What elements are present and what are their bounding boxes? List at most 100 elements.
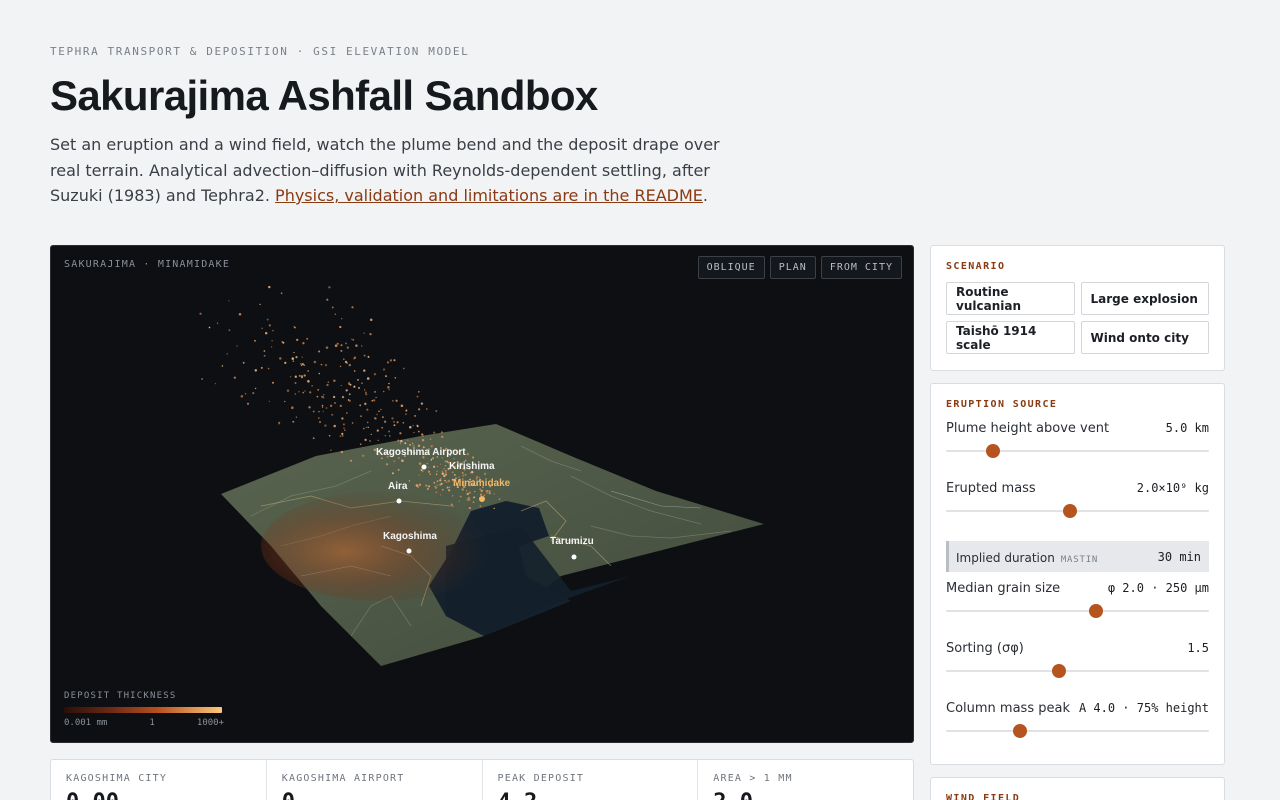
plume-particle xyxy=(334,313,337,315)
plume-particle xyxy=(380,408,382,411)
column-peak-slider[interactable] xyxy=(946,721,1209,741)
plume-particle xyxy=(371,399,374,402)
plume-particle xyxy=(453,473,456,476)
plume-particle xyxy=(307,370,310,372)
plume-particle xyxy=(261,327,263,329)
sorting-thumb[interactable] xyxy=(1052,664,1067,678)
plume-particle xyxy=(341,432,344,436)
plume-particle xyxy=(324,424,327,427)
stat-kagoshima-airport: KAGOSHIMA AIRPORT 0 xyxy=(267,760,483,800)
intro-paragraph: Set an eruption and a wind field, watch … xyxy=(50,132,730,209)
plume-particle xyxy=(426,487,429,490)
plume-particle xyxy=(304,390,306,392)
plume-particle xyxy=(325,346,329,349)
plume-particle xyxy=(393,421,395,423)
plume-particle xyxy=(303,374,306,377)
plume-particle xyxy=(429,473,431,475)
scenario-wind-city-button[interactable]: Wind onto city xyxy=(1080,321,1209,354)
plume-particle xyxy=(382,368,386,371)
plume-particle xyxy=(391,417,394,420)
plume-particle xyxy=(199,312,202,315)
plume-particle xyxy=(291,406,294,409)
plume-particle xyxy=(303,364,306,366)
scenario-routine-button[interactable]: Routine vulcanian xyxy=(946,282,1075,315)
eyebrow: TEPHRA TRANSPORT & DEPOSITION · GSI ELEV… xyxy=(50,45,470,58)
plume-particle xyxy=(260,366,263,369)
plume-particle xyxy=(293,351,295,354)
plume-particle xyxy=(429,438,432,440)
stat-kagoshima-city: KAGOSHIMA CITY 0.00 xyxy=(51,760,267,800)
plume-particle xyxy=(444,460,447,463)
plume-particle xyxy=(259,303,261,306)
plume-particle xyxy=(340,349,343,352)
erupted-mass-slider[interactable] xyxy=(946,501,1209,521)
plume-particle xyxy=(298,391,300,393)
column-peak-thumb[interactable] xyxy=(1012,724,1027,738)
plume-particle xyxy=(446,486,449,489)
plume-particle xyxy=(385,463,389,466)
plume-particle xyxy=(318,417,320,419)
readme-link[interactable]: Physics, validation and limitations are … xyxy=(275,186,703,205)
plume-particle xyxy=(444,473,448,476)
plume-particle xyxy=(340,450,344,454)
plume-particle xyxy=(418,408,421,411)
legend-tick-max: 1000+ xyxy=(196,718,224,728)
view-oblique-button[interactable]: OBLIQUE xyxy=(697,256,765,279)
plume-particle xyxy=(370,433,372,436)
plume-particle xyxy=(473,496,476,499)
plume-particle xyxy=(372,399,376,402)
plume-particle xyxy=(226,353,228,355)
erupted-mass-label: Erupted mass xyxy=(946,481,1036,496)
plume-height-thumb[interactable] xyxy=(986,444,1001,458)
plume-particle xyxy=(233,376,236,379)
plume-particle xyxy=(308,406,311,409)
grain-size-slider[interactable] xyxy=(946,601,1209,621)
plume-particle xyxy=(254,387,257,390)
plume-particle xyxy=(345,389,348,392)
plume-particle xyxy=(328,434,331,437)
plume-particle xyxy=(422,435,424,437)
plume-particle xyxy=(293,325,296,328)
stat-value: 4.2 xyxy=(498,790,683,800)
plume-particle xyxy=(333,379,336,383)
sorting-slider[interactable] xyxy=(946,661,1209,681)
plume-particle xyxy=(433,481,436,484)
plume-height-slider[interactable] xyxy=(946,441,1209,461)
plume-particle xyxy=(281,341,284,343)
plume-particle xyxy=(360,415,362,418)
plume-particle xyxy=(312,437,315,440)
plume-particle xyxy=(340,384,342,387)
plume-particle xyxy=(291,357,295,360)
plume-particle xyxy=(435,410,438,412)
plume-particle xyxy=(440,494,442,496)
erupted-mass-thumb[interactable] xyxy=(1062,504,1077,518)
grain-size-thumb[interactable] xyxy=(1088,604,1103,618)
stat-value: 0.00 xyxy=(66,790,251,800)
terrain-map[interactable]: Kagoshima Airport Kirishima Aira Minamid… xyxy=(51,246,914,743)
plume-particle xyxy=(389,435,391,437)
plume-particle xyxy=(326,383,329,387)
deposit-legend: DEPOSIT THICKNESS 0.001 mm 1 1000+ xyxy=(64,691,224,728)
plume-particle xyxy=(270,346,273,348)
plume-particle xyxy=(421,433,424,436)
plume-particle xyxy=(300,376,304,379)
plume-particle xyxy=(201,378,204,380)
view-from-city-button[interactable]: FROM CITY xyxy=(820,256,902,279)
plume-particle xyxy=(298,374,301,377)
plume-particle xyxy=(311,385,313,387)
view-plan-button[interactable]: PLAN xyxy=(769,256,816,279)
airport-marker xyxy=(421,464,427,470)
plume-particle xyxy=(412,424,414,427)
plume-particle xyxy=(369,332,372,336)
plume-particle xyxy=(312,410,315,413)
wind-title: WIND FIELD xyxy=(946,793,1021,800)
plume-particle xyxy=(397,468,400,471)
map-panel[interactable]: Kagoshima Airport Kirishima Aira Minamid… xyxy=(50,245,914,743)
grain-size-control: Median grain size φ 2.0 · 250 µm xyxy=(931,581,1224,641)
scenario-large-button[interactable]: Large explosion xyxy=(1080,282,1209,315)
scenario-taisho-button[interactable]: Taishō 1914 scale xyxy=(946,321,1075,354)
plume-particle xyxy=(348,393,351,396)
plume-particle xyxy=(394,376,397,379)
plume-particle xyxy=(367,426,369,429)
plume-particle xyxy=(362,454,365,457)
